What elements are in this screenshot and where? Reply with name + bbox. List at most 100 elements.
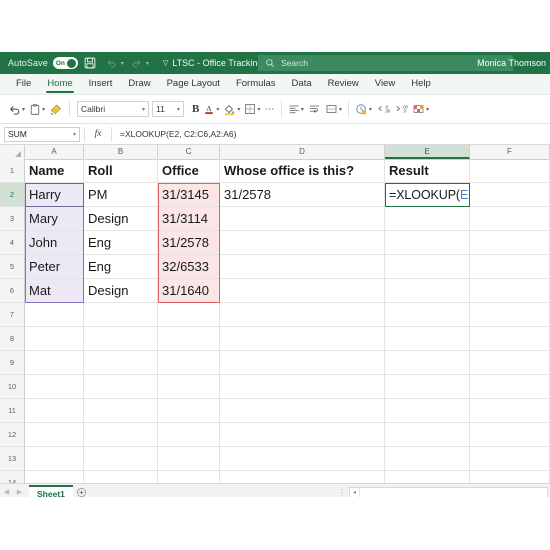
next-sheet-icon[interactable]: ▶ [13, 484, 26, 497]
cell-b8[interactable] [84, 327, 158, 351]
column-header-a[interactable]: A [25, 145, 84, 159]
cell-c10[interactable] [158, 375, 220, 399]
row-header-11[interactable]: 11 [0, 399, 25, 423]
cell-a12[interactable] [25, 423, 84, 447]
cell-f14[interactable] [470, 471, 550, 483]
more-options-button[interactable]: ⋯ [262, 98, 277, 120]
cell-e9[interactable] [385, 351, 470, 375]
cell-e6[interactable] [385, 279, 470, 303]
cell-a11[interactable] [25, 399, 84, 423]
tab-page-layout[interactable]: Page Layout [159, 74, 228, 94]
scroll-grip-icon[interactable]: ⋮ [338, 488, 345, 497]
chevron-down-icon[interactable]: ▾ [237, 106, 240, 113]
cell-d14[interactable] [220, 471, 385, 483]
cell-c3[interactable]: 31/3114 [158, 207, 220, 231]
chevron-down-icon[interactable]: ▾ [257, 106, 260, 113]
redo-icon[interactable] [128, 55, 145, 72]
row-header-8[interactable]: 8 [0, 327, 25, 351]
row-header-5[interactable]: 5 [0, 255, 25, 279]
undo-button[interactable]: ▾ [6, 98, 27, 120]
cell-e3[interactable] [385, 207, 470, 231]
cell-f7[interactable] [470, 303, 550, 327]
sheet-tab-sheet1[interactable]: Sheet1 [29, 485, 73, 498]
cell-d11[interactable] [220, 399, 385, 423]
column-header-e[interactable]: E [385, 145, 470, 159]
cell-b3[interactable]: Design [84, 207, 158, 231]
cell-d6[interactable] [220, 279, 385, 303]
cell-b10[interactable] [84, 375, 158, 399]
chevron-down-icon[interactable]: ▾ [339, 106, 342, 113]
cell-e12[interactable] [385, 423, 470, 447]
cell-e11[interactable] [385, 399, 470, 423]
cell-f11[interactable] [470, 399, 550, 423]
cell-a6[interactable]: Mat [25, 279, 84, 303]
cell-b7[interactable] [84, 303, 158, 327]
column-header-f[interactable]: F [470, 145, 550, 159]
paste-button[interactable]: ▾ [27, 98, 47, 120]
cell-b5[interactable]: Eng [84, 255, 158, 279]
tab-view[interactable]: View [367, 74, 403, 94]
merge-cells-button[interactable]: ▾ [323, 98, 344, 120]
formula-input[interactable]: =XLOOKUP(E2, C2:C6,A2:A6) [112, 127, 550, 142]
cell-c8[interactable] [158, 327, 220, 351]
cell-a7[interactable] [25, 303, 84, 327]
row-header-4[interactable]: 4 [0, 231, 25, 255]
add-sheet-button[interactable] [73, 484, 91, 497]
cell-e14[interactable] [385, 471, 470, 483]
cell-d10[interactable] [220, 375, 385, 399]
tab-insert[interactable]: Insert [81, 74, 121, 94]
row-header-14[interactable]: 14 [0, 471, 25, 483]
cell-f13[interactable] [470, 447, 550, 471]
cell-f2[interactable] [470, 183, 550, 207]
cell-d4[interactable] [220, 231, 385, 255]
number-format-button[interactable]: ▾ [353, 98, 374, 120]
cell-d9[interactable] [220, 351, 385, 375]
cell-c1[interactable]: Office [158, 159, 220, 183]
cell-f3[interactable] [470, 207, 550, 231]
cell-a1[interactable]: Name [25, 159, 84, 183]
cell-d3[interactable] [220, 207, 385, 231]
insert-function-button[interactable]: fx [84, 127, 112, 142]
cell-b1[interactable]: Roll [84, 159, 158, 183]
cell-a3[interactable]: Mary [25, 207, 84, 231]
cell-d8[interactable] [220, 327, 385, 351]
tab-home[interactable]: Home [39, 74, 80, 94]
redo-chevron-icon[interactable]: ▾ [146, 60, 149, 67]
row-header-6[interactable]: 6 [0, 279, 25, 303]
row-header-12[interactable]: 12 [0, 423, 25, 447]
cell-b4[interactable]: Eng [84, 231, 158, 255]
chevron-down-icon[interactable]: ▾ [73, 131, 76, 138]
prev-sheet-icon[interactable]: ◀ [0, 484, 13, 497]
decrease-decimal-button[interactable]: .00.0 [392, 98, 410, 120]
chevron-down-icon[interactable]: ▾ [42, 106, 45, 113]
increase-decimal-button[interactable]: .0.00 [374, 98, 392, 120]
name-box[interactable]: SUM ▾ [4, 127, 80, 142]
tab-formulas[interactable]: Formulas [228, 74, 284, 94]
cell-e13[interactable] [385, 447, 470, 471]
cell-c7[interactable] [158, 303, 220, 327]
chevron-down-icon[interactable]: ▾ [369, 106, 372, 113]
cell-c6[interactable]: 31/1640 [158, 279, 220, 303]
cell-c5[interactable]: 32/6533 [158, 255, 220, 279]
row-header-3[interactable]: 3 [0, 207, 25, 231]
wrap-text-button[interactable] [306, 98, 323, 120]
save-icon[interactable] [82, 55, 99, 72]
cell-f1[interactable] [470, 159, 550, 183]
cell-e4[interactable] [385, 231, 470, 255]
column-header-d[interactable]: D [220, 145, 385, 159]
cell-d12[interactable] [220, 423, 385, 447]
row-header-10[interactable]: 10 [0, 375, 25, 399]
conditional-formatting-button[interactable]: ▾ [410, 98, 431, 120]
chevron-down-icon[interactable]: ▾ [22, 106, 25, 113]
bold-button[interactable]: B [190, 98, 201, 120]
horizontal-scrollbar[interactable]: ⋮ ◂ [338, 486, 548, 497]
cell-b12[interactable] [84, 423, 158, 447]
cell-e2[interactable]: =XLOOKUP(E2, C2:C6,A2; [385, 183, 470, 207]
cell-b2[interactable]: PM [84, 183, 158, 207]
chevron-down-icon[interactable]: ▾ [216, 106, 219, 113]
cell-f12[interactable] [470, 423, 550, 447]
cell-c12[interactable] [158, 423, 220, 447]
cell-d2[interactable]: 31/2578 [220, 183, 385, 207]
cell-c13[interactable] [158, 447, 220, 471]
cell-a13[interactable] [25, 447, 84, 471]
